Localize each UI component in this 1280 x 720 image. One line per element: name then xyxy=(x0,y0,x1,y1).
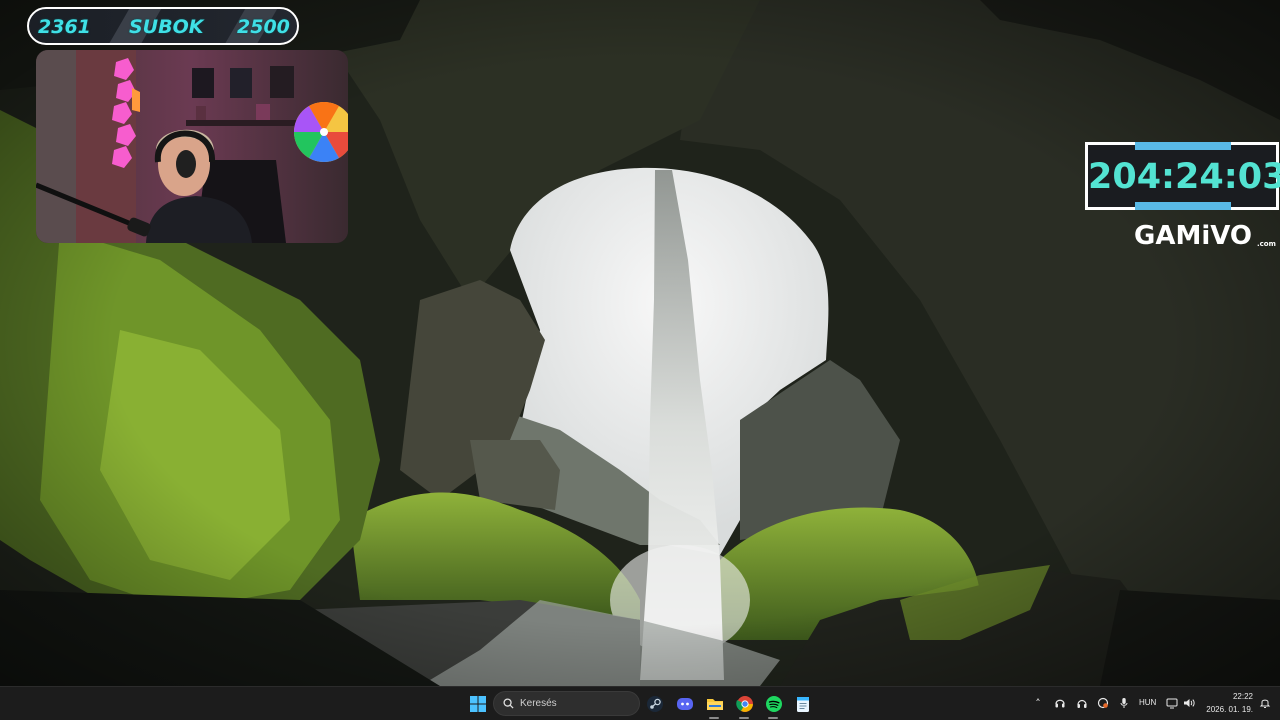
spotify-app-button[interactable] xyxy=(762,692,786,716)
headset-tray-icon[interactable] xyxy=(1053,697,1067,711)
file-explorer-button[interactable] xyxy=(703,692,727,716)
timer-accent-bar xyxy=(1135,202,1231,210)
taskbar: Keresés ˄ HUN 22:22 2026. 01. 19. xyxy=(0,686,1280,720)
timer-value: 204:24:03 xyxy=(1088,157,1280,197)
notepad-icon xyxy=(797,697,809,712)
headphones-tray-icon[interactable] xyxy=(1075,697,1089,711)
start-button[interactable] xyxy=(466,692,490,716)
webcam-feed xyxy=(36,50,348,243)
sub-goal-label: SUBOK xyxy=(129,16,204,38)
input-language-indicator[interactable]: HUN xyxy=(1139,698,1156,707)
timer-accent-bar xyxy=(1135,142,1231,150)
clock-date: 2026. 01. 19. xyxy=(1206,705,1253,714)
microphone-tray-icon[interactable] xyxy=(1117,697,1131,711)
network-tray-icon[interactable] xyxy=(1165,697,1179,711)
sub-goal-target: 2500 xyxy=(237,16,290,38)
sponsor-logo: GAMiVO .com xyxy=(1134,221,1276,255)
spotify-icon xyxy=(766,696,782,712)
chrome-app-button[interactable] xyxy=(733,692,757,716)
system-clock[interactable]: 22:22 2026. 01. 19. xyxy=(1203,690,1253,716)
sponsor-domain: .com xyxy=(1257,240,1276,248)
chrome-icon xyxy=(736,696,753,712)
discord-icon xyxy=(677,698,693,710)
clock-time: 22:22 xyxy=(1232,692,1253,701)
taskbar-search[interactable]: Keresés xyxy=(493,691,640,716)
search-placeholder: Keresés xyxy=(520,698,557,709)
folder-icon xyxy=(707,699,723,710)
running-indicator xyxy=(709,717,719,719)
subathon-timer: 204:24:03 xyxy=(1085,142,1280,210)
steam-app-button[interactable] xyxy=(643,692,667,716)
volume-tray-icon[interactable] xyxy=(1182,697,1196,711)
running-indicator xyxy=(768,717,778,719)
notification-bell-icon[interactable] xyxy=(1258,697,1272,711)
sub-goal-current: 2361 xyxy=(38,16,91,38)
sponsor-name: GAMiVO xyxy=(1134,221,1253,251)
running-indicator xyxy=(739,717,749,719)
steam-icon xyxy=(647,696,663,712)
discord-app-button[interactable] xyxy=(673,692,697,716)
windows-icon xyxy=(470,696,486,712)
sub-goal-widget: 2361 SUBOK 2500 xyxy=(27,7,299,45)
search-icon xyxy=(503,698,514,709)
notepad-app-button[interactable] xyxy=(791,692,815,716)
app-tray-icon[interactable] xyxy=(1096,697,1110,711)
show-hidden-icons-chevron-icon[interactable]: ˄ xyxy=(1031,697,1045,711)
